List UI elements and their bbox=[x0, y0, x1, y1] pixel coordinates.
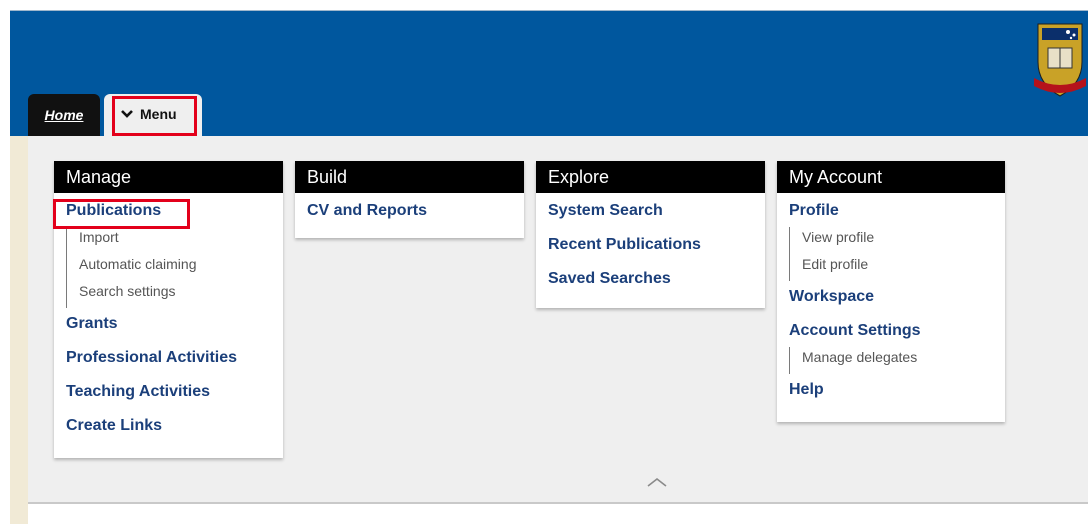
tab-home-label: Home bbox=[44, 107, 84, 123]
content-area bbox=[28, 506, 1088, 524]
menu-item-workspace[interactable]: Workspace bbox=[777, 287, 1005, 321]
menu-item-cv-and-reports[interactable]: CV and Reports bbox=[295, 201, 524, 235]
chevron-down-icon bbox=[121, 110, 133, 118]
menu-item-teaching-activities[interactable]: Teaching Activities bbox=[54, 382, 283, 416]
submenu-item-edit-profile[interactable]: Edit profile bbox=[802, 254, 1005, 281]
tab-menu-label: Menu bbox=[140, 106, 177, 122]
publications-submenu: Import Automatic claiming Search setting… bbox=[66, 227, 283, 308]
publications-highlight bbox=[53, 199, 190, 229]
menu-item-professional-activities[interactable]: Professional Activities bbox=[54, 348, 283, 382]
profile-submenu: View profile Edit profile bbox=[789, 227, 1005, 281]
submenu-item-automatic-claiming[interactable]: Automatic claiming bbox=[79, 254, 283, 281]
chevron-up-icon[interactable] bbox=[646, 476, 668, 488]
submenu-item-import[interactable]: Import bbox=[79, 227, 283, 254]
explore-card: Explore System Search Recent Publication… bbox=[536, 161, 765, 308]
submenu-item-view-profile[interactable]: View profile bbox=[802, 227, 1005, 254]
menu-item-saved-searches[interactable]: Saved Searches bbox=[536, 269, 765, 303]
build-card: Build CV and Reports bbox=[295, 161, 524, 238]
left-strip bbox=[10, 136, 28, 524]
menu-item-grants[interactable]: Grants bbox=[54, 314, 283, 348]
menu-item-create-links[interactable]: Create Links bbox=[54, 416, 283, 450]
tab-menu[interactable]: Menu bbox=[104, 94, 202, 136]
my-account-card: My Account Profile View profile Edit pro… bbox=[777, 161, 1005, 422]
submenu-item-search-settings[interactable]: Search settings bbox=[79, 281, 283, 308]
submenu-item-manage-delegates[interactable]: Manage delegates bbox=[802, 347, 1005, 374]
explore-heading: Explore bbox=[536, 161, 765, 193]
menu-item-recent-publications[interactable]: Recent Publications bbox=[536, 235, 765, 269]
menu-item-system-search[interactable]: System Search bbox=[536, 201, 765, 235]
build-heading: Build bbox=[295, 161, 524, 193]
university-crest-icon bbox=[1034, 23, 1086, 97]
manage-heading: Manage bbox=[54, 161, 283, 193]
menu-item-help[interactable]: Help bbox=[777, 380, 1005, 414]
account-settings-submenu: Manage delegates bbox=[789, 347, 1005, 374]
tab-home[interactable]: Home bbox=[28, 94, 100, 136]
my-account-heading: My Account bbox=[777, 161, 1005, 193]
